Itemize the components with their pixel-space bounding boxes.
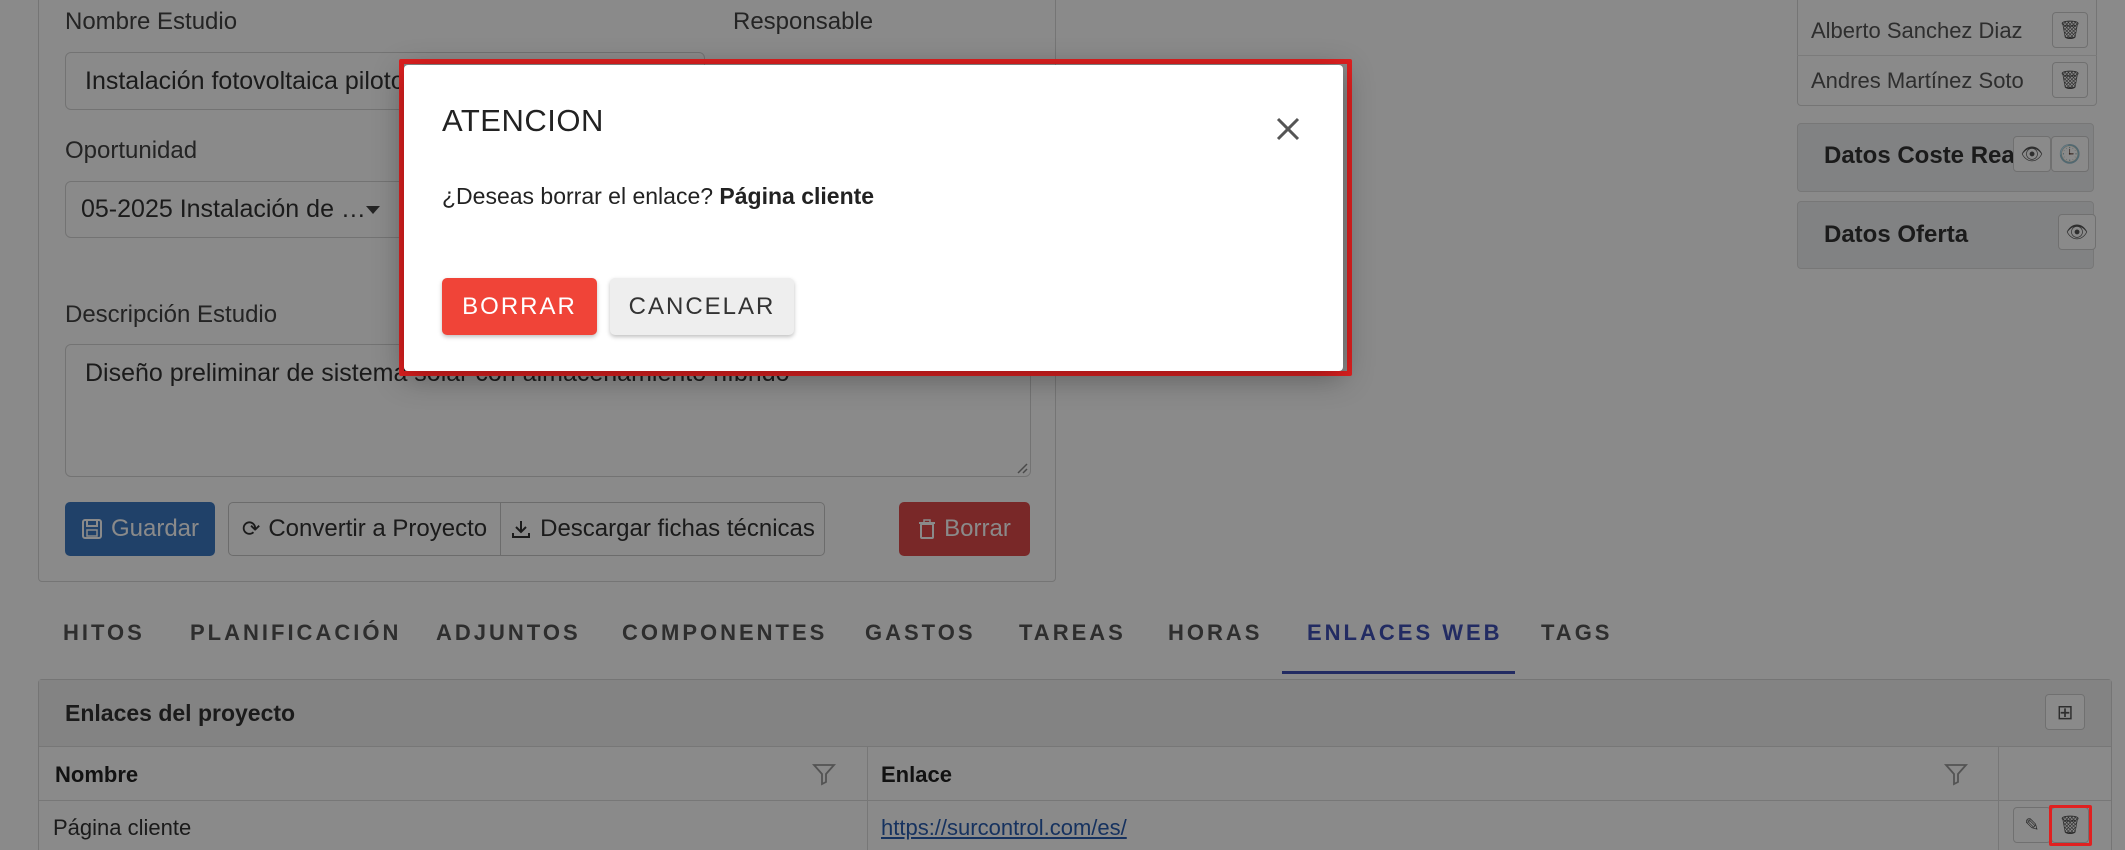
dialog-title: ATENCION (442, 103, 604, 138)
dialog-item-name: Página cliente (719, 183, 875, 209)
dialog-message-text: ¿Deseas borrar el enlace? (442, 183, 714, 209)
close-icon[interactable] (1270, 111, 1306, 147)
confirm-delete-dialog: ATENCION ¿Deseas borrar el enlace? Págin… (404, 65, 1343, 371)
confirm-borrar-button[interactable]: BORRAR (442, 278, 597, 335)
cancelar-button[interactable]: CANCELAR (610, 278, 794, 335)
delete-link-highlight (2049, 805, 2092, 846)
dialog-message: ¿Deseas borrar el enlace? Página cliente (442, 183, 874, 210)
